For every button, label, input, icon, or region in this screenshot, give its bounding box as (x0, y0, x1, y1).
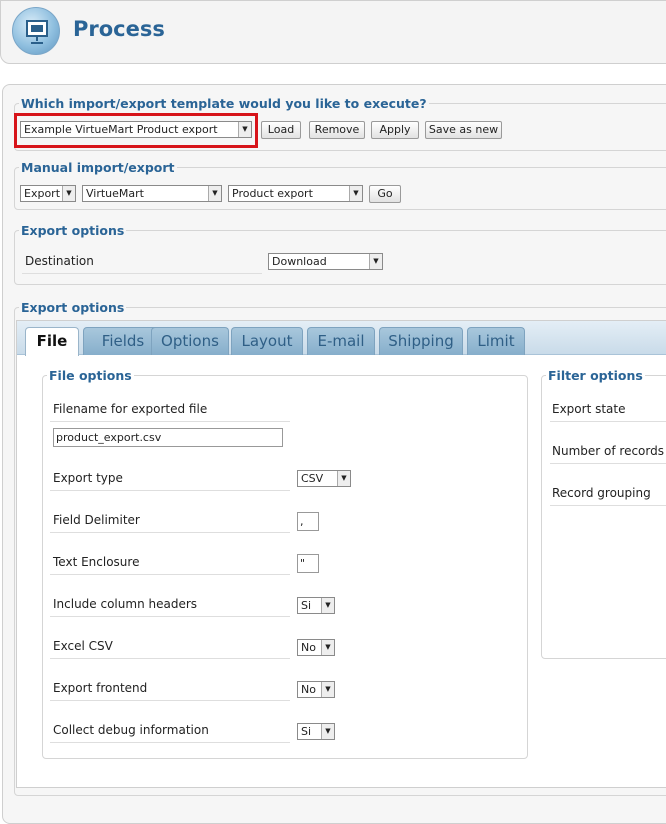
dropdown-arrow-icon: ▼ (369, 254, 382, 269)
include-headers-underline (50, 616, 290, 617)
filename-underline (50, 421, 290, 422)
record-grouping-label: Record grouping (552, 486, 651, 500)
dropdown-arrow-icon: ▼ (62, 186, 75, 201)
manual-legend: Manual import/export (21, 160, 175, 175)
remove-button[interactable]: Remove (309, 121, 365, 139)
record-grouping-underline (550, 505, 666, 506)
template-select[interactable]: Example VirtueMart Product export ▼ (20, 121, 252, 138)
dropdown-arrow-icon: ▼ (321, 640, 334, 655)
export-type-label: Export type (53, 471, 123, 485)
export-options-tabs-legend: Export options (21, 300, 125, 315)
tab-limit[interactable]: Limit (467, 327, 525, 355)
text-enclosure-input[interactable]: " (297, 554, 319, 573)
excel-csv-value: No (301, 641, 316, 654)
export-frontend-label: Export frontend (53, 681, 148, 695)
component-select[interactable]: VirtueMart ▼ (82, 185, 222, 202)
dropdown-arrow-icon: ▼ (337, 471, 350, 486)
excel-csv-label: Excel CSV (53, 639, 113, 653)
component-select-value: VirtueMart (86, 187, 144, 200)
operation-select[interactable]: Product export ▼ (228, 185, 363, 202)
debug-label: Collect debug information (53, 723, 209, 737)
excel-csv-underline (50, 658, 290, 659)
debug-select[interactable]: Si ▼ (297, 723, 335, 740)
export-state-underline (550, 421, 666, 422)
include-headers-select[interactable]: Si ▼ (297, 597, 335, 614)
template-select-value: Example VirtueMart Product export (24, 123, 218, 136)
export-type-value: CSV (301, 472, 324, 485)
action-select-value: Export (24, 187, 61, 200)
tab-shipping[interactable]: Shipping (379, 327, 463, 355)
filter-options-legend: Filter options (548, 368, 643, 383)
destination-select[interactable]: Download ▼ (268, 253, 383, 270)
text-enclosure-label: Text Enclosure (53, 555, 140, 569)
include-headers-value: Si (301, 599, 312, 612)
number-of-records-underline (550, 463, 666, 464)
dropdown-arrow-icon: ▼ (321, 724, 334, 739)
destination-label: Destination (25, 254, 94, 268)
export-options-legend: Export options (21, 223, 125, 238)
file-options-legend: File options (49, 368, 132, 383)
save-as-new-button[interactable]: Save as new (425, 121, 502, 139)
go-button[interactable]: Go (369, 185, 401, 203)
filename-label: Filename for exported file (53, 402, 208, 416)
debug-value: Si (301, 725, 312, 738)
field-delimiter-label: Field Delimiter (53, 513, 140, 527)
dropdown-arrow-icon: ▼ (238, 122, 251, 137)
export-state-label: Export state (552, 402, 626, 416)
field-delimiter-underline (50, 532, 290, 533)
apply-button[interactable]: Apply (371, 121, 419, 139)
export-type-underline (50, 490, 290, 491)
export-frontend-value: No (301, 683, 316, 696)
field-delimiter-input[interactable]: , (297, 512, 319, 531)
dropdown-arrow-icon: ▼ (321, 598, 334, 613)
dropdown-arrow-icon: ▼ (321, 682, 334, 697)
process-icon (12, 7, 60, 55)
tab-file[interactable]: File (25, 327, 79, 356)
debug-underline (50, 742, 290, 743)
page-header: Process (0, 0, 666, 64)
export-type-select[interactable]: CSV ▼ (297, 470, 351, 487)
operation-select-value: Product export (232, 187, 313, 200)
tab-email[interactable]: E-mail (307, 327, 375, 355)
tab-options[interactable]: Options (151, 327, 229, 355)
dropdown-arrow-icon: ▼ (349, 186, 362, 201)
page-title: Process (73, 17, 165, 41)
load-button[interactable]: Load (261, 121, 301, 139)
destination-select-value: Download (272, 255, 327, 268)
dropdown-arrow-icon: ▼ (208, 186, 221, 201)
export-frontend-select[interactable]: No ▼ (297, 681, 335, 698)
filename-input[interactable]: product_export.csv (53, 428, 283, 447)
number-of-records-label: Number of records (552, 444, 664, 458)
export-frontend-underline (50, 700, 290, 701)
excel-csv-select[interactable]: No ▼ (297, 639, 335, 656)
template-legend: Which import/export template would you l… (21, 96, 427, 111)
action-select[interactable]: Export ▼ (20, 185, 76, 202)
tab-layout[interactable]: Layout (231, 327, 303, 355)
text-enclosure-underline (50, 574, 290, 575)
destination-underline (22, 273, 262, 274)
include-headers-label: Include column headers (53, 597, 198, 611)
